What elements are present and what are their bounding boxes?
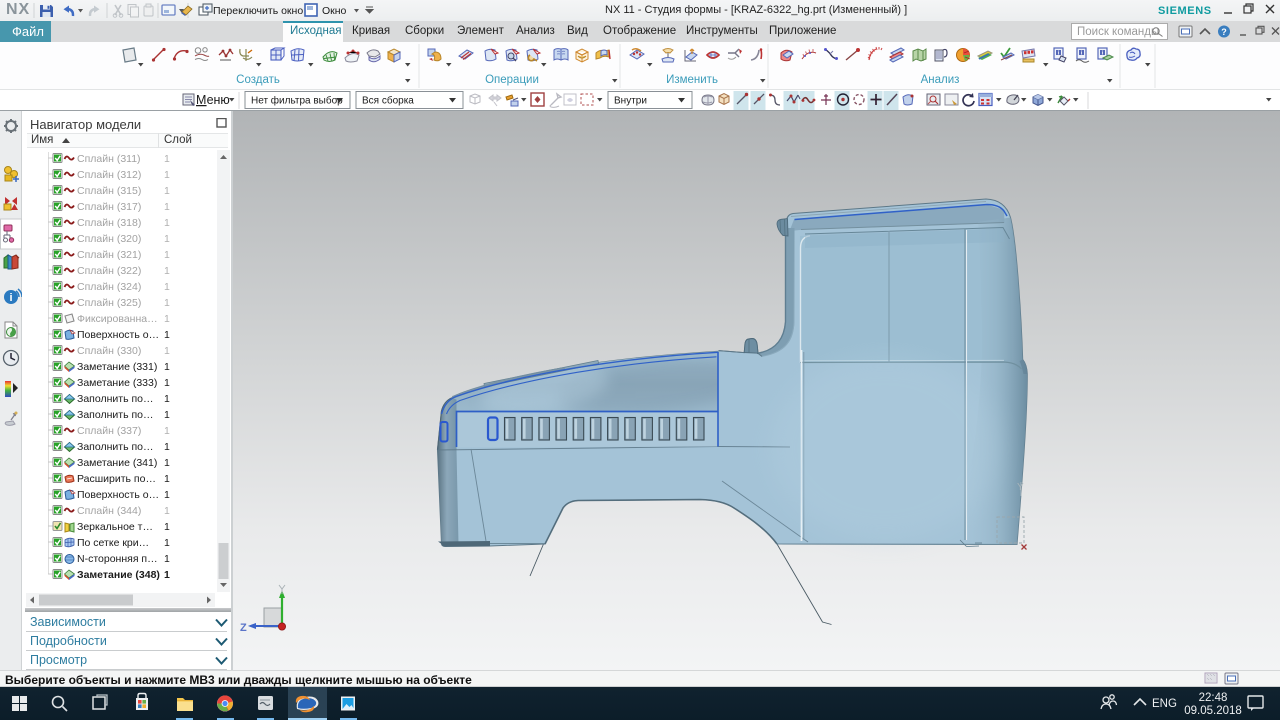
svg-text:1: 1 [164,249,170,261]
svg-text:Сплайн (317): Сплайн (317) [77,201,141,213]
svg-text:09.05.2018: 09.05.2018 [1184,705,1242,717]
svg-text:Сплайн (318): Сплайн (318) [77,217,141,229]
svg-text:Поверхность о…: Поверхность о… [77,329,159,341]
svg-text:1: 1 [164,265,170,277]
svg-text:1: 1 [164,569,170,581]
svg-text:Заметание (331): Заметание (331) [77,361,157,373]
svg-text:Сплайн (325): Сплайн (325) [77,297,141,309]
svg-text:Зеркальное т…: Зеркальное т… [77,521,153,533]
svg-text:1: 1 [164,217,170,229]
svg-text:Сплайн (321): Сплайн (321) [77,249,141,261]
svg-text:Заметание (341): Заметание (341) [77,457,157,469]
svg-text:1: 1 [164,345,170,357]
svg-text:Создать: Создать [236,74,280,86]
svg-text:1: 1 [164,297,170,309]
svg-text:1: 1 [164,233,170,245]
svg-text:1: 1 [164,313,170,325]
svg-text:N-сторонняя п…: N-сторонняя п… [77,553,158,565]
svg-text:1: 1 [164,281,170,293]
svg-text:Заполнить по…: Заполнить по… [77,393,154,405]
svg-text:1: 1 [164,537,170,549]
svg-text:Y: Y [1017,482,1024,493]
svg-text:1: 1 [164,441,170,453]
svg-text:i: i [9,292,12,304]
svg-text:Сплайн (322): Сплайн (322) [77,265,141,277]
svg-text:Меню: Меню [196,93,230,107]
svg-text:1: 1 [164,377,170,389]
svg-text:22:48: 22:48 [1199,692,1228,704]
svg-text:1: 1 [164,505,170,517]
svg-text:Заполнить по…: Заполнить по… [77,409,154,421]
svg-text:Заполнить по…: Заполнить по… [77,441,154,453]
svg-text:Сплайн (337): Сплайн (337) [77,425,141,437]
svg-text:Сплайн (315): Сплайн (315) [77,185,141,197]
svg-text:Сплайн (320): Сплайн (320) [77,233,141,245]
svg-text:1: 1 [164,185,170,197]
svg-text:1: 1 [164,521,170,533]
svg-text:1: 1 [164,409,170,421]
svg-text:1: 1 [164,153,170,165]
svg-text:1: 1 [164,169,170,181]
svg-text:1: 1 [164,329,170,341]
svg-text:ENG: ENG [1152,698,1177,710]
svg-text:По сетке кри…: По сетке кри… [77,537,149,549]
svg-text:Сплайн (312): Сплайн (312) [77,169,141,181]
svg-text:Заметание (348): Заметание (348) [77,569,160,581]
svg-text:Изменить: Изменить [666,74,718,86]
svg-text:Вся сборка: Вся сборка [362,95,414,107]
svg-text:1: 1 [164,393,170,405]
svg-text:1: 1 [164,425,170,437]
svg-text:1: 1 [164,553,170,565]
svg-text:Внутри: Внутри [614,96,647,107]
svg-text:Сплайн (330): Сплайн (330) [77,345,141,357]
svg-text:Анализ: Анализ [921,74,960,86]
svg-text:1: 1 [164,457,170,469]
svg-text:Заметание (333): Заметание (333) [77,377,157,389]
svg-text:1: 1 [164,489,170,501]
svg-text:Операции: Операции [485,74,539,86]
svg-text:Сплайн (324): Сплайн (324) [77,281,141,293]
svg-text:Поверхность о…: Поверхность о… [77,489,159,501]
svg-text:Сплайн (344): Сплайн (344) [77,505,141,517]
svg-text:?: ? [1221,27,1227,37]
svg-text:1: 1 [164,473,170,485]
svg-text:Z: Z [240,622,247,634]
svg-text:Сплайн (311): Сплайн (311) [77,153,141,165]
svg-text:Фиксированна…: Фиксированна… [77,313,158,325]
svg-text:1: 1 [164,201,170,213]
svg-text:Расширить по…: Расширить по… [77,473,156,485]
svg-text:Нет фильтра выбор: Нет фильтра выбор [251,95,343,107]
svg-text:1: 1 [164,361,170,373]
